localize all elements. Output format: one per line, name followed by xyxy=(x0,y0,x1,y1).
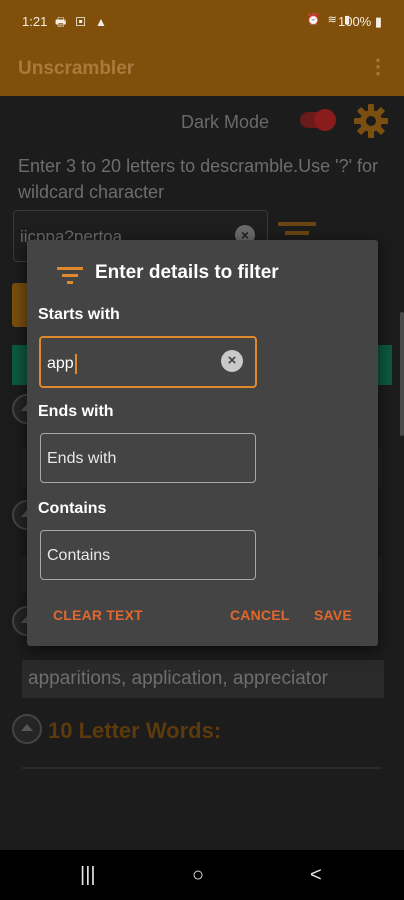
dark-mode-label: Dark Mode xyxy=(181,112,270,132)
dark-mode-toggle[interactable] xyxy=(300,109,336,131)
home-icon[interactable]: ○ xyxy=(192,864,204,887)
starts-with-value: app xyxy=(47,354,77,374)
save-button[interactable]: SAVE xyxy=(314,607,352,623)
app-title: Unscrambler xyxy=(18,58,135,79)
scrollbar[interactable] xyxy=(400,312,404,436)
starts-with-label: Starts with xyxy=(38,306,120,323)
collapse-icon[interactable] xyxy=(12,714,42,744)
overflow-menu-icon[interactable]: ⋮ xyxy=(368,54,388,79)
warning-icon: ▲ xyxy=(95,15,110,29)
divider xyxy=(22,767,382,769)
ends-with-placeholder: Ends with xyxy=(47,450,117,467)
clear-icon[interactable]: × xyxy=(221,350,243,372)
square-icon: ▣ xyxy=(75,15,89,29)
contains-input[interactable]: Contains xyxy=(40,530,256,580)
alarm-icon: ⏰ xyxy=(306,14,323,26)
section-heading: 10 Letter Words: xyxy=(48,718,222,743)
status-left-icons: 🖶 ▣ ▲ xyxy=(55,13,110,34)
starts-with-input[interactable]: app × xyxy=(39,336,257,388)
filter-dialog: Enter details to filter Starts with app … xyxy=(27,240,378,646)
cancel-button[interactable]: CANCEL xyxy=(230,607,290,623)
contains-placeholder: Contains xyxy=(47,547,111,564)
text-caret xyxy=(74,354,77,374)
toggle-knob xyxy=(314,109,336,131)
word-list: apparitions, application, appreciator xyxy=(22,660,384,698)
status-bar: 1:21 🖶 ▣ ▲ ⏰ ≋ ▮ 100% ▮ xyxy=(0,0,404,44)
instructions-text: Enter 3 to 20 letters to descramble.Use … xyxy=(18,156,379,202)
status-time: 1:21 xyxy=(22,14,48,29)
system-nav-bar: ||| ○ < xyxy=(0,850,404,900)
recents-icon[interactable]: ||| xyxy=(80,864,96,887)
printer-icon: 🖶 xyxy=(55,15,70,29)
filter-icon xyxy=(57,267,83,284)
ends-with-label: Ends with xyxy=(38,403,114,420)
dialog-title: Enter details to filter xyxy=(95,262,279,283)
clear-text-button[interactable]: CLEAR TEXT xyxy=(53,607,143,623)
battery-level: 100% ▮ xyxy=(337,14,382,29)
back-icon[interactable]: < xyxy=(310,864,322,887)
contains-label: Contains xyxy=(38,500,107,517)
ends-with-input[interactable]: Ends with xyxy=(40,433,256,483)
app-bar: Unscrambler ⋮ xyxy=(0,44,404,96)
gear-icon[interactable] xyxy=(352,102,390,140)
